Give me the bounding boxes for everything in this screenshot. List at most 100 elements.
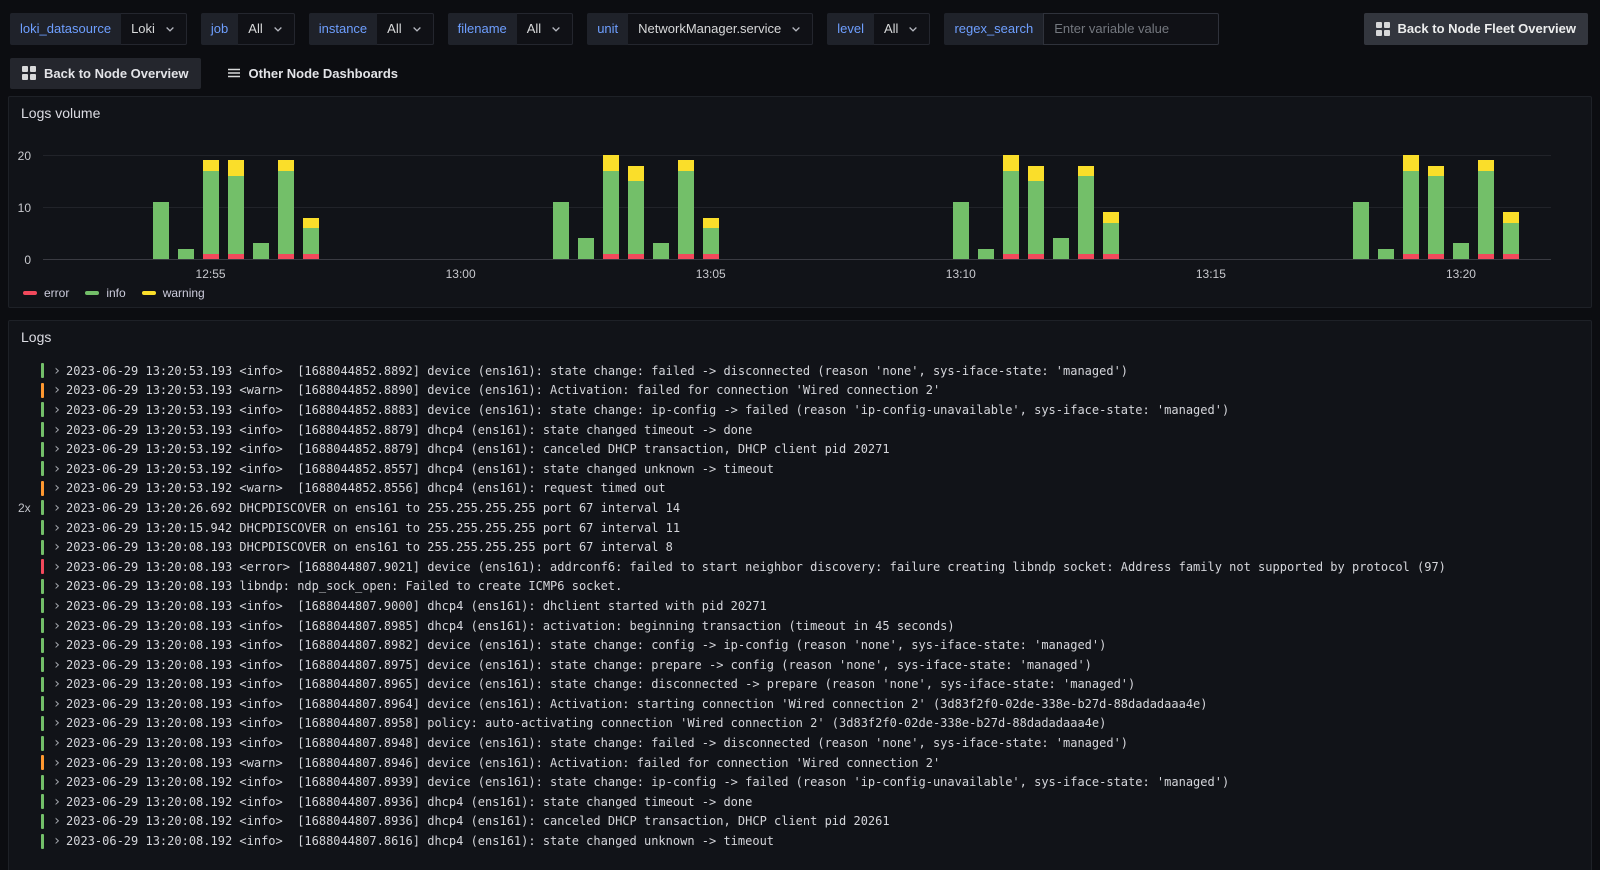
volume-bar[interactable] (277, 160, 294, 259)
volume-bar[interactable] (302, 217, 319, 259)
other-node-dashboards-link[interactable]: Other Node Dashboards (227, 66, 398, 81)
logs-volume-panel-title[interactable]: Logs volume (21, 105, 100, 121)
log-line-text: 2023-06-29 13:20:08.193 <info> [16880448… (66, 716, 1107, 731)
volume-bar[interactable] (702, 217, 719, 259)
expand-log-icon[interactable]: › (51, 775, 63, 789)
expand-log-icon[interactable]: › (51, 677, 63, 691)
log-row[interactable]: › 2023-06-29 13:20:08.193 <info> [1688044… (9, 694, 1591, 714)
volume-bar[interactable] (1402, 155, 1419, 259)
bar-segment-info (1002, 170, 1019, 254)
log-row[interactable]: › 2023-06-29 13:20:15.942 DHCPDISCOVER on… (9, 518, 1591, 538)
volume-bar[interactable] (1352, 201, 1369, 259)
log-row[interactable]: › 2023-06-29 13:20:08.193 <warn> [1688044… (9, 753, 1591, 773)
volume-bar[interactable] (1002, 155, 1019, 259)
legend-item-warning[interactable]: warning (141, 286, 205, 300)
expand-log-icon[interactable]: › (51, 403, 63, 417)
volume-bar[interactable] (602, 155, 619, 259)
expand-log-icon[interactable]: › (51, 521, 63, 535)
volume-bar[interactable] (627, 165, 644, 259)
expand-log-icon[interactable]: › (51, 697, 63, 711)
volume-bar[interactable] (577, 238, 594, 259)
log-row[interactable]: › 2023-06-29 13:20:53.193 <info> [1688044… (9, 400, 1591, 420)
log-row[interactable]: › 2023-06-29 13:20:08.192 <info> [1688044… (9, 812, 1591, 832)
log-row[interactable]: › 2023-06-29 13:20:08.193 <info> [1688044… (9, 616, 1591, 636)
expand-log-icon[interactable]: › (51, 658, 63, 672)
expand-log-icon[interactable]: › (51, 501, 63, 515)
variable-label-filename: filename (447, 12, 517, 45)
volume-bar[interactable] (152, 201, 169, 259)
log-row[interactable]: › 2023-06-29 13:20:08.193 <info> [1688044… (9, 733, 1591, 753)
expand-log-icon[interactable]: › (51, 540, 63, 554)
volume-bar[interactable] (952, 201, 969, 259)
logs-volume-plot[interactable] (43, 151, 1551, 260)
log-row[interactable]: › 2023-06-29 13:20:08.192 <info> [1688044… (9, 831, 1591, 851)
volume-bar[interactable] (1027, 165, 1044, 259)
expand-log-icon[interactable]: › (51, 599, 63, 613)
logs-panel-title[interactable]: Logs (21, 329, 51, 345)
log-row[interactable]: › 2023-06-29 13:20:08.193 <info> [1688044… (9, 635, 1591, 655)
log-row[interactable]: › 2023-06-29 13:20:53.193 <info> [1688044… (9, 361, 1591, 381)
volume-bar[interactable] (177, 248, 194, 259)
expand-log-icon[interactable]: › (51, 462, 63, 476)
log-row[interactable]: › 2023-06-29 13:20:08.193 <info> [1688044… (9, 714, 1591, 734)
expand-log-icon[interactable]: › (51, 756, 63, 770)
expand-log-icon[interactable]: › (51, 481, 63, 495)
volume-bar[interactable] (202, 160, 219, 259)
back-to-node-overview-button[interactable]: Back to Node Overview (10, 57, 201, 89)
volume-bar[interactable] (1102, 212, 1119, 259)
log-row[interactable]: › 2023-06-29 13:20:08.193 <info> [1688044… (9, 675, 1591, 695)
variable-label-regex_search: regex_search (944, 12, 1044, 45)
expand-log-icon[interactable]: › (51, 619, 63, 633)
log-row[interactable]: › 2023-06-29 13:20:08.192 <info> [1688044… (9, 792, 1591, 812)
expand-log-icon[interactable]: › (51, 383, 63, 397)
expand-log-icon[interactable]: › (51, 814, 63, 828)
log-row[interactable]: › 2023-06-29 13:20:53.192 <warn> [1688044… (9, 479, 1591, 499)
variable-select-filename[interactable]: All (516, 12, 574, 45)
expand-log-icon[interactable]: › (51, 795, 63, 809)
expand-log-icon[interactable]: › (51, 716, 63, 730)
expand-log-icon[interactable]: › (51, 423, 63, 437)
log-row[interactable]: › 2023-06-29 13:20:53.192 <info> [1688044… (9, 439, 1591, 459)
log-row[interactable]: › 2023-06-29 13:20:08.193 <info> [1688044… (9, 596, 1591, 616)
expand-log-icon[interactable]: › (51, 638, 63, 652)
legend-item-info[interactable]: info (85, 286, 126, 300)
log-row[interactable]: › 2023-06-29 13:20:53.192 <info> [1688044… (9, 459, 1591, 479)
volume-bar[interactable] (1427, 165, 1444, 259)
volume-bar[interactable] (677, 160, 694, 259)
volume-bar[interactable] (227, 160, 244, 259)
log-row[interactable]: › 2023-06-29 13:20:08.192 <info> [1688044… (9, 772, 1591, 792)
volume-bar[interactable] (1477, 160, 1494, 259)
volume-bar[interactable] (1377, 248, 1394, 259)
back-to-node-fleet-overview-button[interactable]: Back to Node Fleet Overview (1363, 12, 1588, 45)
log-row[interactable]: › 2023-06-29 13:20:08.193 DHCPDISCOVER on… (9, 537, 1591, 557)
expand-log-icon[interactable]: › (51, 364, 63, 378)
volume-bar[interactable] (252, 243, 269, 259)
variable-select-instance[interactable]: All (377, 12, 434, 45)
variable-input-regex_search[interactable] (1043, 12, 1220, 45)
expand-log-icon[interactable]: › (51, 834, 63, 848)
volume-bar[interactable] (1452, 243, 1469, 259)
log-row[interactable]: 2x › 2023-06-29 13:20:26.692 DHCPDISCOVER … (9, 498, 1591, 518)
volume-bar[interactable] (652, 243, 669, 259)
legend-item-error[interactable]: error (23, 286, 69, 300)
volume-bar[interactable] (1052, 238, 1069, 259)
variable-select-loki_datasource[interactable]: Loki (121, 12, 187, 45)
volume-bar[interactable] (977, 248, 994, 259)
log-row[interactable]: › 2023-06-29 13:20:53.193 <warn> [1688044… (9, 381, 1591, 401)
volume-bar[interactable] (1077, 165, 1094, 259)
volume-bar[interactable] (552, 201, 569, 259)
expand-log-icon[interactable]: › (51, 579, 63, 593)
log-row[interactable]: › 2023-06-29 13:20:08.193 libndp: ndp_soc… (9, 577, 1591, 597)
log-row[interactable]: › 2023-06-29 13:20:08.193 <error> [168804… (9, 557, 1591, 577)
variable-select-job[interactable]: All (238, 12, 295, 45)
dedup-count: 2x (18, 500, 31, 515)
expand-log-icon[interactable]: › (51, 560, 63, 574)
expand-log-icon[interactable]: › (51, 442, 63, 456)
log-row[interactable]: › 2023-06-29 13:20:53.193 <info> [1688044… (9, 420, 1591, 440)
bar-segment-info (952, 201, 969, 259)
volume-bar[interactable] (1502, 212, 1519, 259)
expand-log-icon[interactable]: › (51, 736, 63, 750)
variable-select-level[interactable]: All (873, 12, 931, 45)
log-row[interactable]: › 2023-06-29 13:20:08.193 <info> [1688044… (9, 655, 1591, 675)
variable-select-unit[interactable]: NetworkManager.service (628, 12, 814, 45)
